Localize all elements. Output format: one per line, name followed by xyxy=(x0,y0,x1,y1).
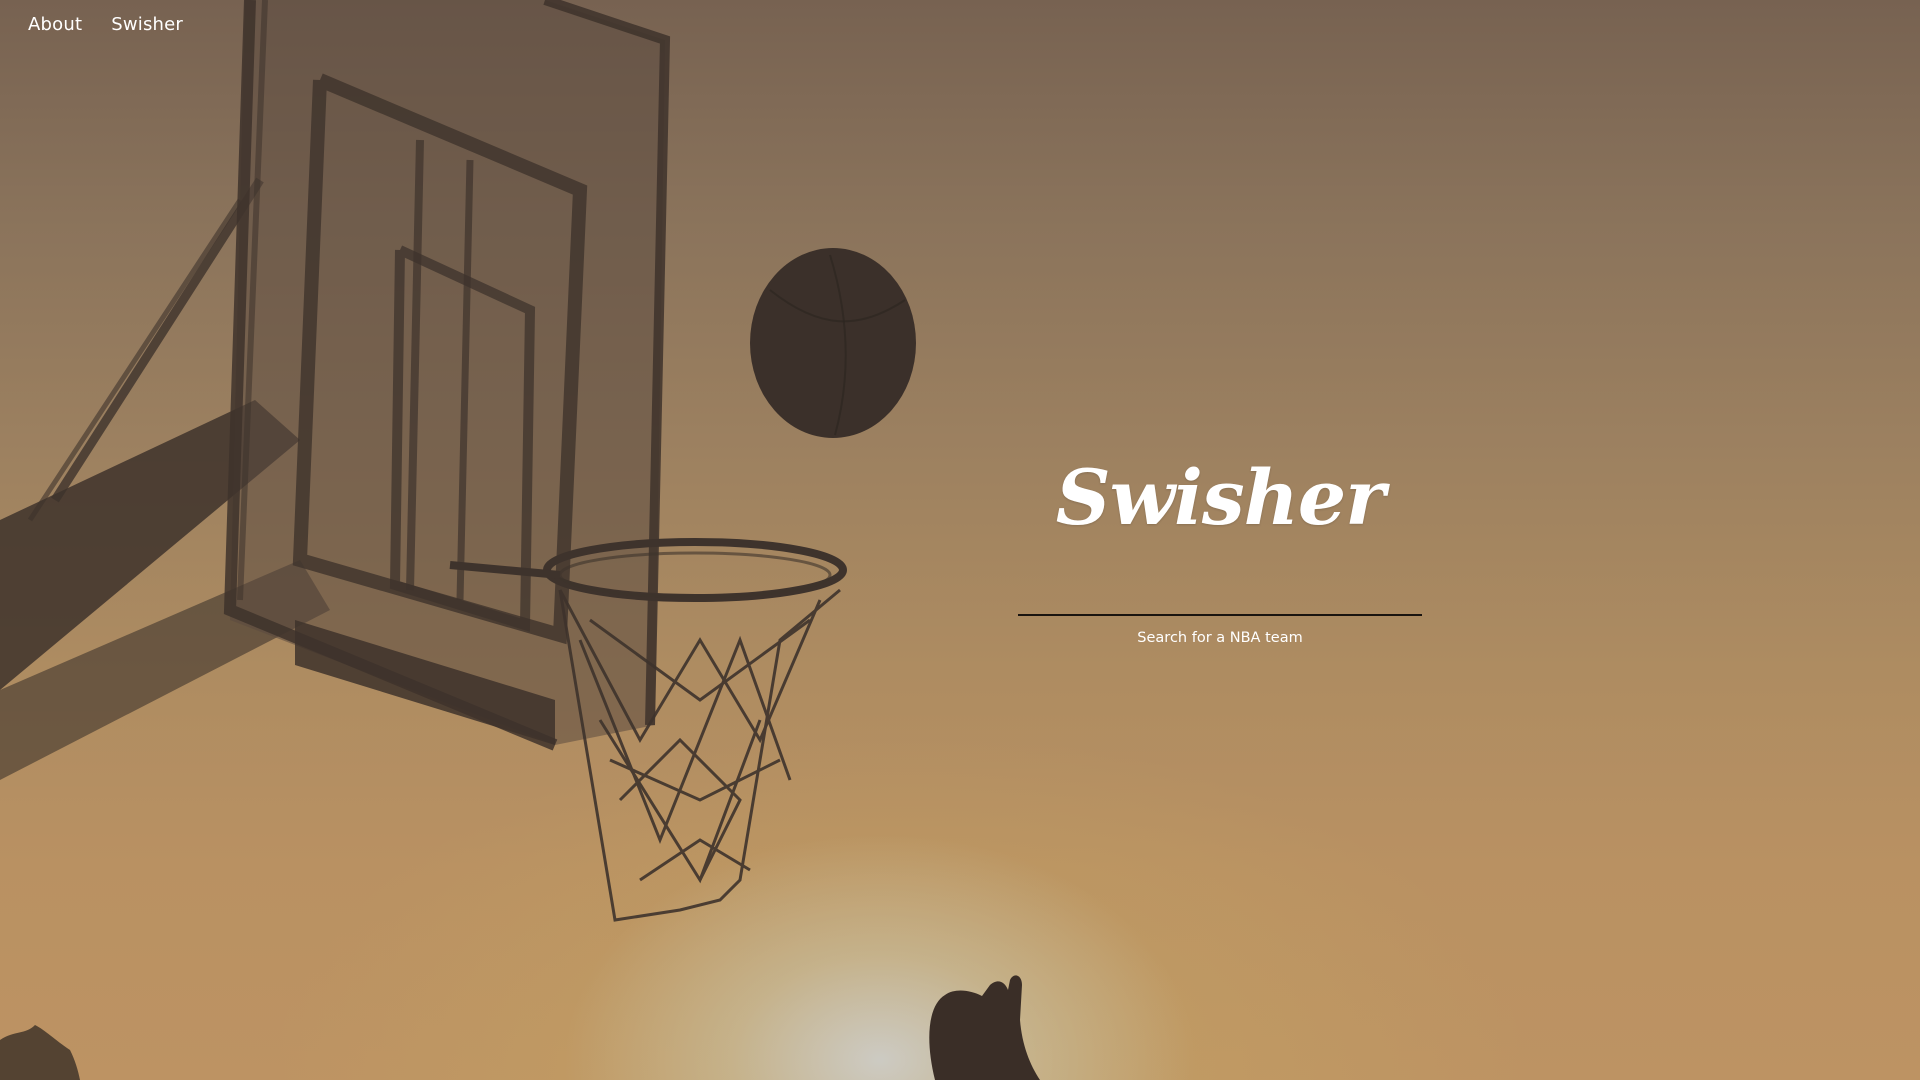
nav-link-about[interactable]: About xyxy=(28,14,82,35)
hand-silhouette-icon xyxy=(929,975,1040,1080)
basketball-hoop-silhouette-icon xyxy=(0,0,847,780)
team-search-input[interactable] xyxy=(1018,582,1422,616)
hero: Swisher Search for a NBA team xyxy=(1018,460,1422,646)
top-nav: About Swisher xyxy=(28,14,183,35)
search-wrapper: Search for a NBA team xyxy=(1018,582,1422,646)
search-label: Search for a NBA team xyxy=(1137,630,1303,646)
background-scene xyxy=(0,0,1040,1080)
nav-link-swisher[interactable]: Swisher xyxy=(111,14,183,35)
hero-title: Swisher xyxy=(1055,453,1386,542)
tree-silhouette-icon xyxy=(0,1025,80,1080)
basketball-icon xyxy=(750,248,916,438)
